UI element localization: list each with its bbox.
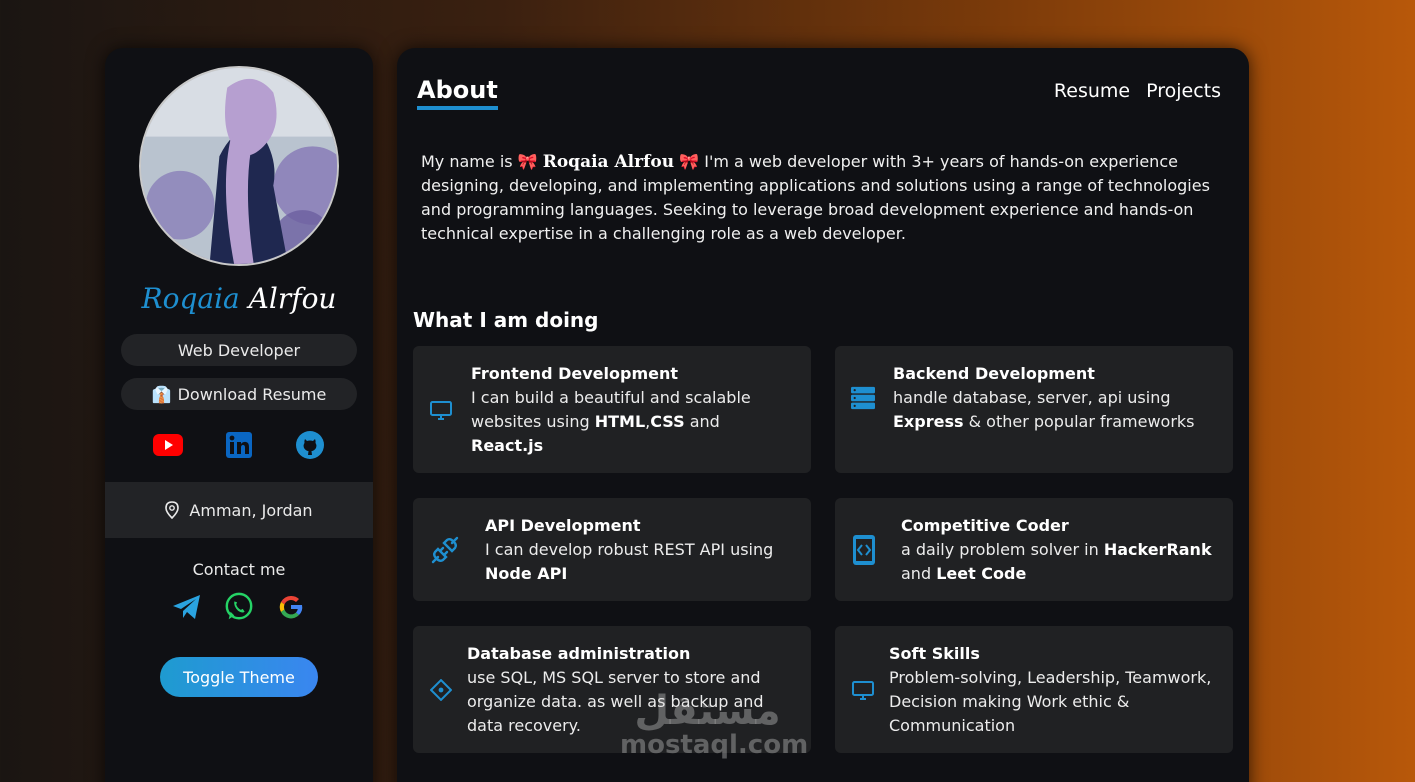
name-last: Alrfou — [248, 282, 337, 315]
monitor-icon — [851, 680, 875, 700]
card-text: handle database, server, api using — [893, 388, 1171, 407]
card-title: API Development — [485, 515, 641, 535]
avatar-photo — [141, 68, 337, 264]
bio-prefix: My name is — [421, 152, 513, 171]
social-links — [105, 430, 373, 460]
card-bold: HackerRank — [1103, 539, 1212, 559]
whatsapp-icon[interactable] — [224, 592, 254, 622]
card-text: and — [684, 411, 720, 431]
card-title: Database administration — [467, 643, 691, 663]
role-badge: Web Developer — [121, 334, 357, 366]
card-title: Frontend Development — [471, 363, 678, 383]
bio-text: I'm a web developer with 3+ years of han… — [421, 152, 1210, 243]
profile-sidebar: Roqaia Alrfou Web Developer 👔 Download R… — [105, 48, 373, 782]
bio-paragraph: My name is 🎀 Roqaia Alrfou 🎀 I'm a web d… — [421, 150, 1221, 246]
database-icon — [429, 678, 453, 701]
location-text: Amman, Jordan — [189, 500, 313, 520]
card-bold: CSS — [650, 411, 685, 431]
telegram-icon[interactable] — [172, 592, 202, 622]
card-text: a daily problem solver in — [901, 539, 1104, 559]
download-label: Download Resume — [177, 384, 327, 404]
card-bold: Node API — [485, 563, 568, 583]
card-title: Soft Skills — [889, 643, 980, 663]
service-card-api: API Development I can develop robust RES… — [413, 498, 811, 601]
card-text: Problem-solving, Leadership, Teamwork, D… — [889, 667, 1212, 735]
code-phone-icon — [851, 534, 877, 566]
card-text: I can develop robust REST API using — [485, 539, 774, 559]
youtube-icon[interactable] — [153, 430, 184, 460]
tie-icon: 👔 — [151, 384, 172, 404]
map-pin-icon — [165, 501, 180, 519]
nav-resume[interactable]: Resume — [1054, 80, 1130, 102]
bio-name: Roqaia Alrfou — [542, 152, 675, 172]
ribbon-icon: 🎀 — [679, 152, 700, 171]
card-text: use SQL, MS SQL server to store and orga… — [467, 667, 764, 735]
toggle-theme-button[interactable]: Toggle Theme — [160, 657, 318, 697]
page-title: About — [417, 76, 498, 110]
card-text: & other popular frameworks — [963, 412, 1195, 431]
location-bar: Amman, Jordan — [105, 482, 373, 538]
card-bold: Leet Code — [936, 563, 1027, 583]
ribbon-icon: 🎀 — [517, 152, 538, 171]
name-first: Roqaia — [141, 282, 240, 315]
service-card-competitive: Competitive Coder a daily problem solver… — [835, 498, 1233, 601]
google-icon[interactable] — [276, 592, 306, 622]
section-title: What I am doing — [413, 308, 599, 332]
contact-links — [105, 592, 373, 622]
plug-icon — [429, 534, 461, 566]
avatar — [139, 66, 339, 266]
role-label: Web Developer — [177, 340, 301, 360]
monitor-icon — [429, 400, 453, 420]
linkedin-icon[interactable] — [224, 430, 254, 460]
profile-name: Roqaia Alrfou — [105, 282, 373, 315]
contact-title: Contact me — [192, 560, 286, 579]
download-resume-button[interactable]: 👔 Download Resume — [121, 378, 357, 410]
top-nav: Resume Projects — [1054, 80, 1221, 102]
service-card-frontend: Frontend Development I can build a beaut… — [413, 346, 811, 473]
github-icon[interactable] — [295, 430, 325, 460]
card-bold: HTML — [594, 411, 646, 431]
card-text: and — [901, 563, 937, 583]
server-icon — [851, 386, 875, 410]
card-title: Competitive Coder — [901, 515, 1069, 535]
card-title: Backend Development — [893, 364, 1095, 383]
card-bold: React.js — [471, 435, 544, 455]
nav-projects[interactable]: Projects — [1146, 80, 1221, 102]
main-panel: About Resume Projects My name is 🎀 Roqai… — [397, 48, 1249, 782]
card-bold: Express — [893, 412, 964, 431]
service-card-soft-skills: Soft Skills Problem-solving, Leadership,… — [835, 626, 1233, 753]
service-card-backend: Backend Development handle database, ser… — [835, 346, 1233, 473]
service-card-database: Database administration use SQL, MS SQL … — [413, 626, 811, 753]
